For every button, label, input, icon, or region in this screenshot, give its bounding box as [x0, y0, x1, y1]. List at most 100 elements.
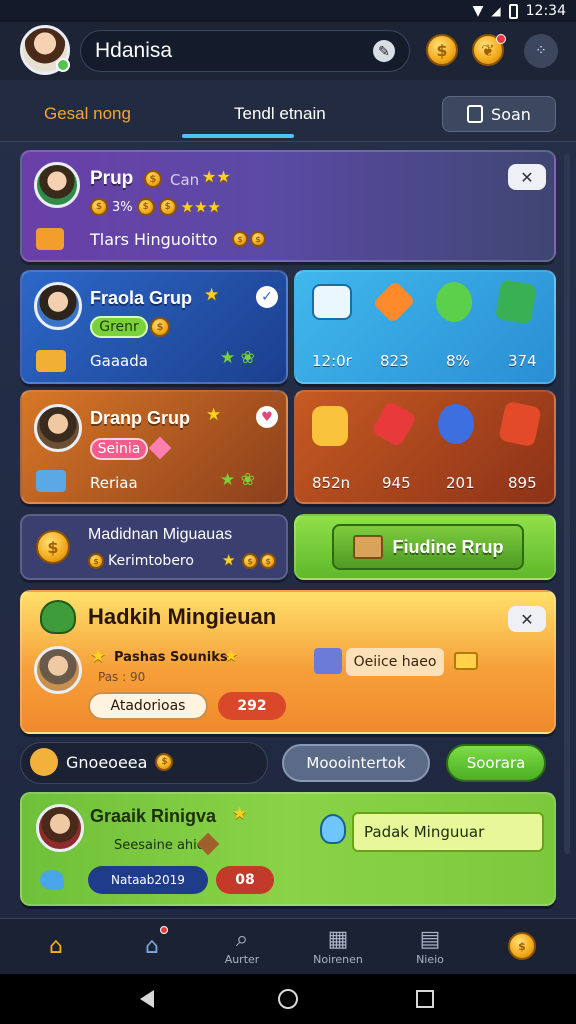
star-icon: ★ [232, 804, 248, 824]
reward-icons: ★ ❀ [220, 348, 255, 368]
back-icon[interactable] [140, 990, 154, 1008]
coin-icon: $ [260, 553, 276, 569]
tile-value: 852n [312, 474, 351, 492]
clock: 12:34 [525, 3, 566, 19]
player-avatar [34, 282, 82, 330]
star-icon: ★ [206, 405, 222, 425]
card-subtitle: Seesaine ahio [114, 838, 205, 853]
tile-value: 12:0r [312, 352, 352, 370]
card-lime[interactable]: Graaik Rinigva ★ Seesaine ahio Nataab201… [20, 792, 556, 906]
wifi-icon: ▼ [472, 3, 484, 19]
info-tag: Oeiice haeo [346, 648, 444, 676]
home-circle-icon[interactable] [278, 989, 298, 1009]
group-badge: Seinia [90, 438, 148, 460]
cheese-icon [312, 406, 348, 446]
name-field[interactable]: Padak Minguuar [352, 812, 544, 852]
recents-icon[interactable] [416, 990, 434, 1008]
chip-second[interactable]: Mooointertok [282, 744, 430, 782]
signal-icon: ◢ [491, 4, 501, 18]
green-gem-icon [436, 282, 472, 322]
coin-icon: $ [508, 932, 536, 960]
card-footer-text: Gaaada [90, 352, 148, 370]
card-subtitle: Kerimtobero [108, 553, 194, 569]
card-orange[interactable]: Hadkih Mingieuan ✕ ★ Pashas Souniks ★ Pa… [20, 590, 556, 734]
card-subtitle: Can [170, 171, 200, 189]
map-icon: ▦ [327, 927, 349, 952]
stat-pill: Nataab2019 [88, 866, 208, 894]
potion-icon [320, 814, 346, 844]
lion-icon [30, 748, 58, 776]
clipboard-icon [467, 105, 484, 123]
search-button[interactable]: Soan [442, 96, 556, 132]
coin-icon: $ [250, 231, 266, 247]
card-title: Graaik Rinigva [90, 806, 217, 826]
group-badge: Grenr [90, 316, 148, 338]
coin-icon[interactable]: $ [426, 34, 458, 66]
blocks-icon [36, 470, 66, 492]
card-brown[interactable]: Dranp Grup ★ ♥ Seinia Reriaa ★ ❀ [20, 390, 288, 504]
card-title: Dranp Grup [90, 408, 191, 428]
chart-icon [312, 284, 352, 320]
star-icon: ★ [224, 646, 239, 665]
gem-count-pill: 292 [218, 692, 286, 720]
player-sub: Pas : 90 [98, 670, 146, 684]
nav-search[interactable]: ⌕ Aurter [194, 918, 290, 974]
chip-third[interactable]: Soorara [446, 744, 546, 782]
battery-icon [508, 3, 518, 19]
gift-box-icon [314, 648, 342, 674]
green-shield-icon [494, 279, 538, 325]
tiles-blue[interactable]: 12:0r 823 8% 374 [294, 270, 556, 384]
tile-value: 374 [508, 352, 537, 370]
crate-icon [352, 535, 383, 559]
notification-dot [496, 34, 506, 44]
heart-icon[interactable]: ♥ [256, 406, 278, 428]
stats-row: $ 3% $ $ ★★★ [90, 198, 221, 216]
player-avatar [36, 804, 84, 852]
card-blue[interactable]: Fraola Grup ★ ✓ Grenr $ Gaaada ★ ❀ [20, 270, 288, 384]
nav-inbox[interactable]: ▤ Nieio [382, 918, 478, 974]
stat-pill: Atadorioas [88, 692, 208, 720]
search-input[interactable]: Hdanisa ✎ [80, 30, 410, 72]
tile-value: 201 [446, 474, 475, 492]
close-button[interactable]: ✕ [508, 606, 546, 632]
green-helmet-icon [40, 600, 76, 634]
chip-first[interactable]: Gnoeoeea $ [30, 748, 174, 776]
gift-icon [36, 228, 64, 250]
card-small[interactable]: $ Madidnan Miguauas $ Kerimtobero ★ $ $ [20, 514, 288, 580]
nav-coins[interactable]: $ [474, 918, 570, 974]
card-footer-text: Reriaa [90, 474, 138, 492]
edit-pen-icon[interactable]: ✎ [373, 40, 395, 62]
player-avatar [34, 646, 82, 694]
menu-grid-icon[interactable]: ⁘ [524, 34, 558, 68]
verified-icon[interactable]: ✓ [256, 286, 278, 308]
search-icon: ⌕ [235, 927, 249, 952]
tiles-brown[interactable]: 852n 945 201 895 [294, 390, 556, 504]
red-shield-icon [498, 400, 542, 448]
scrollbar[interactable] [564, 154, 570, 854]
status-bar: ▼ ◢ 12:34 [0, 0, 576, 22]
tile-value: 823 [380, 352, 409, 370]
nav-map[interactable]: ▦ Noirenen [290, 918, 386, 974]
red-gem-icon [370, 400, 418, 448]
tile-value: 945 [382, 474, 411, 492]
star-icon: ★ [90, 646, 107, 667]
coin-icon: $ [144, 170, 162, 188]
find-group-panel: Fiudine Rrup [294, 514, 556, 580]
reward-icons: ★ ❀ [220, 470, 255, 490]
nav-house[interactable]: ⌂ [104, 918, 200, 974]
tab-center[interactable]: Tendl etnain [234, 104, 326, 124]
player-name: Pashas Souniks [114, 650, 228, 665]
tab-underline [182, 134, 294, 138]
find-group-button[interactable]: Fiudine Rrup [332, 524, 524, 570]
star-icon: ★ [204, 285, 220, 305]
card-purple[interactable]: Prup $ Can ★★ $ 3% $ $ ★★★ Tlars Hinguoi… [20, 150, 556, 262]
gem-count-pill: 08 [216, 866, 274, 894]
bird-icon [40, 870, 64, 890]
inbox-icon: ▤ [419, 927, 441, 952]
card-title: Madidnan Miguauas [88, 526, 233, 543]
close-button[interactable]: ✕ [508, 164, 546, 190]
card-title: Hadkih Mingieuan [88, 604, 277, 629]
coin-stack-icon: $ [36, 530, 70, 564]
tab-left[interactable]: Gesal nong [44, 104, 131, 124]
nav-home[interactable]: ⌂ [8, 918, 104, 974]
